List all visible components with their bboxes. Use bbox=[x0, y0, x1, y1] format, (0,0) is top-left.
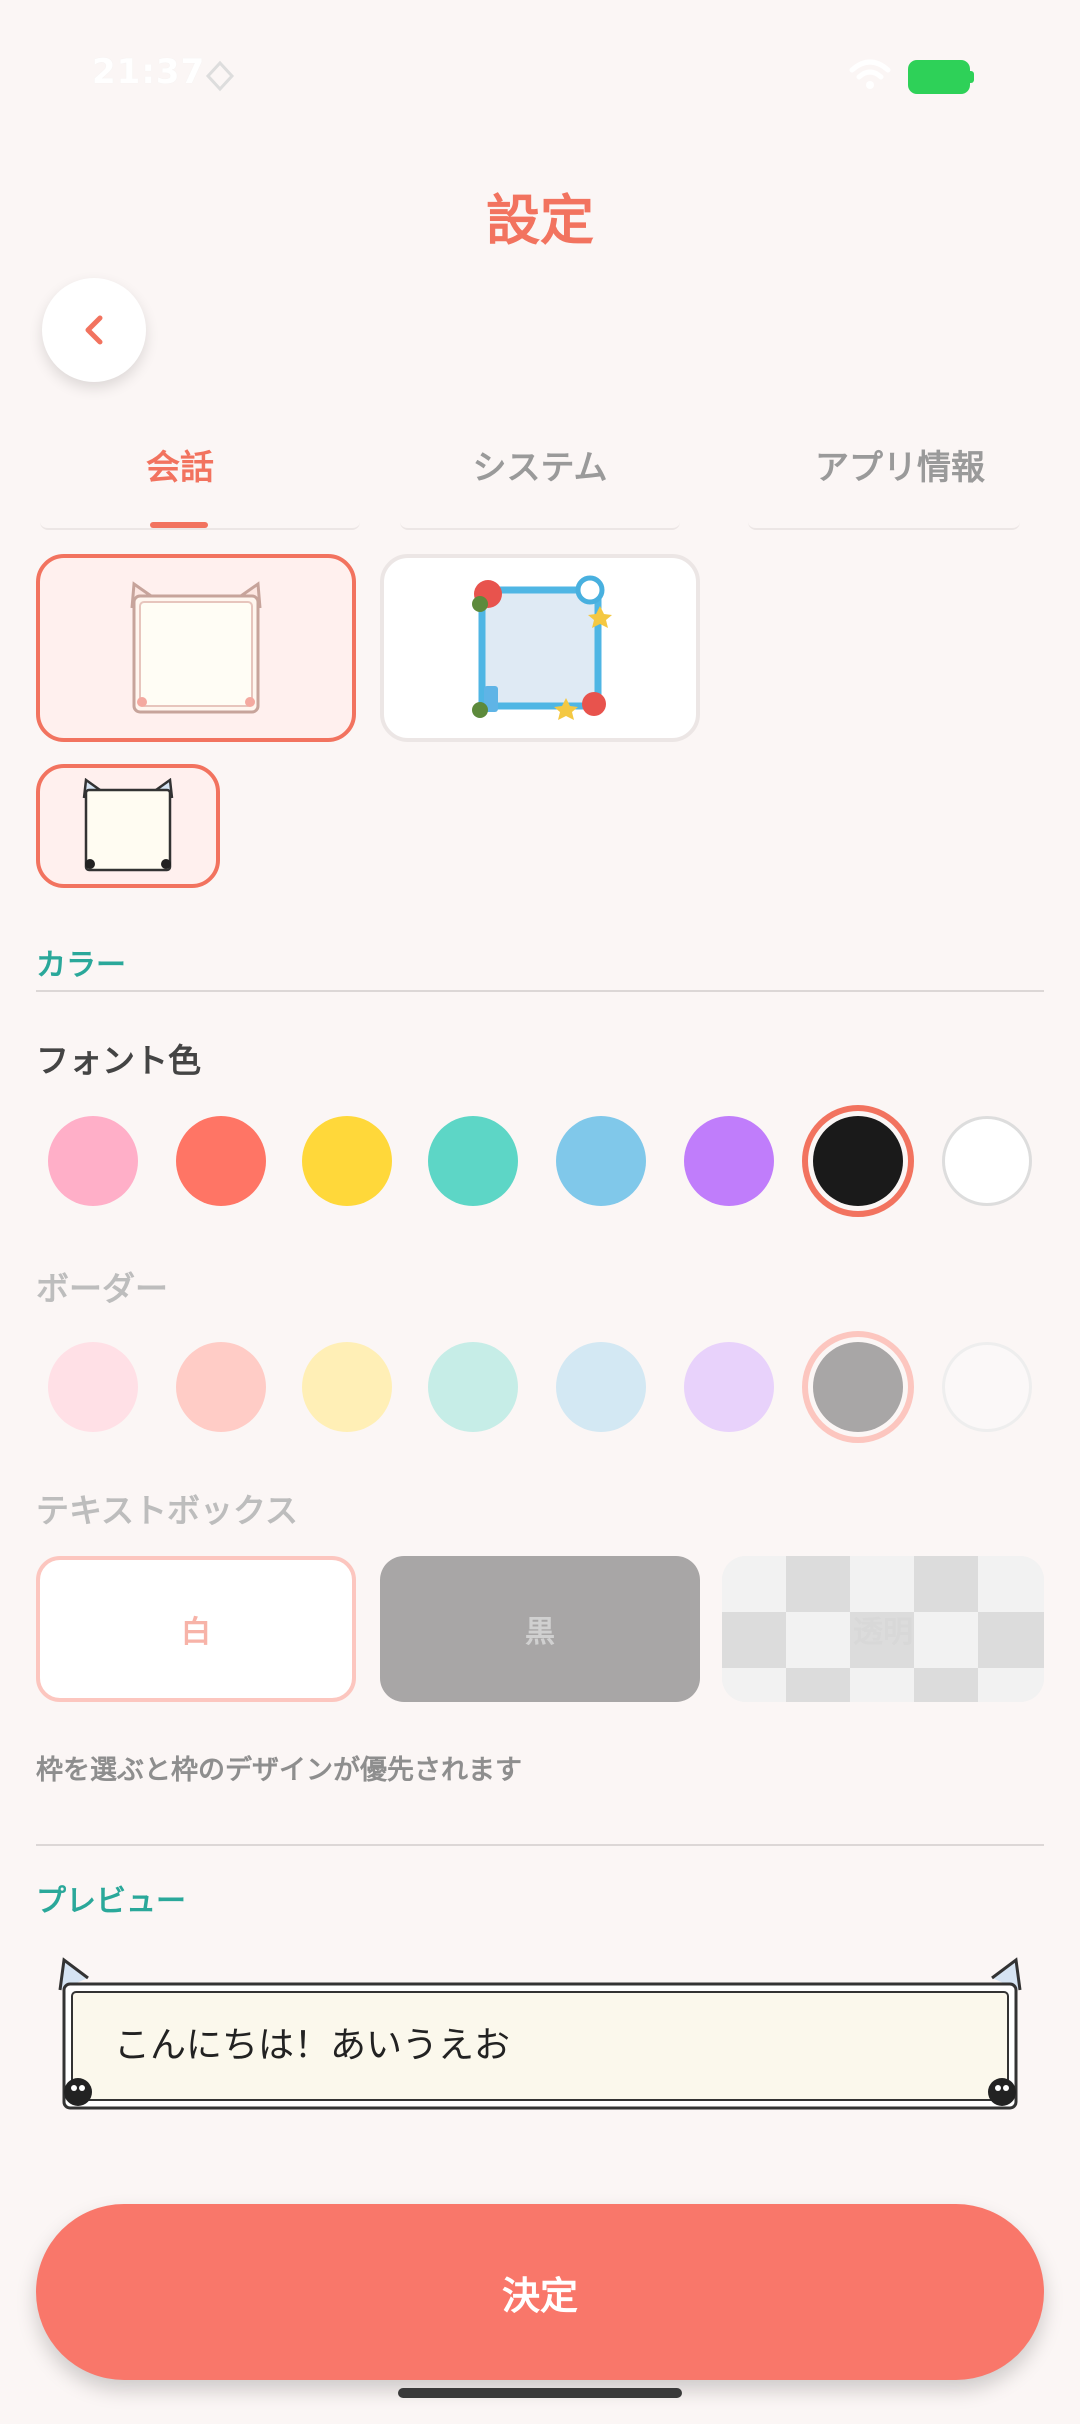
tab-conversation[interactable]: 会話 bbox=[0, 440, 360, 489]
textbox-transparent-label: 透明 bbox=[853, 1615, 913, 1650]
font-color-yellow[interactable] bbox=[302, 1116, 392, 1206]
chevron-left-icon bbox=[85, 315, 103, 345]
font-color-teal[interactable] bbox=[428, 1116, 518, 1206]
border-color-gray[interactable] bbox=[813, 1342, 903, 1432]
textbox-label: テキストボックス bbox=[36, 1491, 299, 1530]
status-time: 21:37 bbox=[92, 52, 206, 92]
home-indicator bbox=[398, 2388, 682, 2398]
tab-divider bbox=[400, 522, 680, 530]
divider bbox=[36, 990, 1044, 992]
divider bbox=[36, 1844, 1044, 1846]
battery-cap bbox=[968, 71, 974, 83]
frame-cat-pink[interactable] bbox=[36, 554, 356, 742]
battery-icon bbox=[908, 60, 970, 94]
confirm-button[interactable]: 決定 bbox=[36, 2204, 1044, 2380]
border-color-pink[interactable] bbox=[48, 1342, 138, 1432]
font-color-blue[interactable] bbox=[556, 1116, 646, 1206]
cat-black-frame-icon bbox=[82, 778, 174, 872]
font-color-label: フォント色 bbox=[36, 1041, 201, 1080]
border-label: ボーダー bbox=[36, 1269, 168, 1308]
textbox-black-button[interactable]: 黒 bbox=[380, 1556, 700, 1702]
textbox-transparent-button[interactable]: 透明 bbox=[722, 1556, 1044, 1702]
border-color-purple[interactable] bbox=[684, 1342, 774, 1432]
wifi-icon bbox=[849, 59, 891, 89]
section-preview-label: プレビュー bbox=[36, 1884, 186, 1919]
border-color-yellow[interactable] bbox=[302, 1342, 392, 1432]
tropical-frame-icon bbox=[472, 575, 612, 720]
tab-divider bbox=[40, 522, 360, 530]
tab-system[interactable]: システム bbox=[360, 440, 720, 489]
border-color-white[interactable] bbox=[942, 1342, 1032, 1432]
frame-priority-note: 枠を選ぶと枠のデザインが優先されます bbox=[36, 1755, 522, 1786]
section-color-label: カラー bbox=[36, 948, 126, 983]
font-color-white[interactable] bbox=[942, 1116, 1032, 1206]
location-icon bbox=[205, 60, 235, 92]
cat-frame-icon bbox=[130, 581, 262, 714]
border-color-teal[interactable] bbox=[428, 1342, 518, 1432]
frame-summer-tropical[interactable] bbox=[380, 554, 700, 742]
font-color-purple[interactable] bbox=[684, 1116, 774, 1206]
frame-cat-black[interactable] bbox=[36, 764, 220, 888]
font-color-coral[interactable] bbox=[176, 1116, 266, 1206]
border-color-blue[interactable] bbox=[556, 1342, 646, 1432]
preview-text: こんにちは！あいうえお bbox=[114, 2025, 511, 2066]
font-color-black[interactable] bbox=[813, 1116, 903, 1206]
border-color-coral[interactable] bbox=[176, 1342, 266, 1432]
tab-app-info[interactable]: アプリ情報 bbox=[720, 440, 1080, 489]
back-button[interactable] bbox=[42, 278, 146, 382]
page-title: 設定 bbox=[486, 189, 594, 252]
textbox-white-button[interactable]: 白 bbox=[36, 1556, 356, 1702]
font-color-pink[interactable] bbox=[48, 1116, 138, 1206]
tab-divider bbox=[748, 522, 1020, 530]
